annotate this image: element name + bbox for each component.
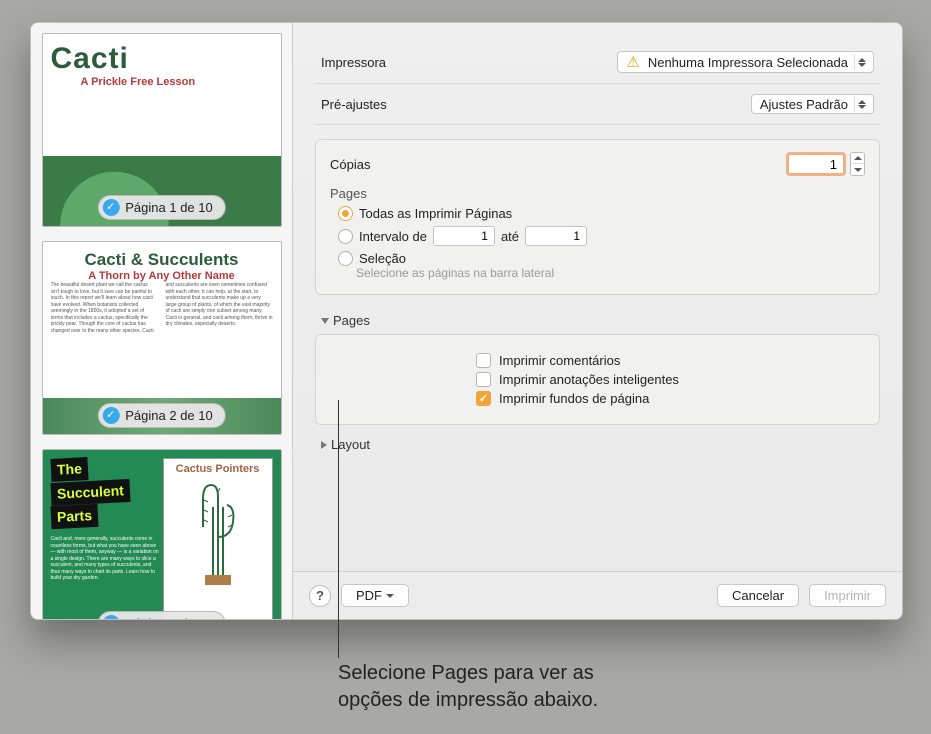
- pages-group: Cópias Pages Todas as Imprimir Páginas I…: [315, 139, 880, 295]
- thumb1-subtitle: A Prickle Free Lesson: [81, 76, 273, 88]
- thumb3-paper-title: Cactus Pointers: [168, 463, 268, 475]
- disclosure-layout[interactable]: Layout: [321, 437, 880, 452]
- callout-text: Selecione Pages para ver as opções de im…: [338, 660, 598, 714]
- presets-row: Pré-ajustes Ajustes Padrão: [315, 84, 880, 125]
- cb-smart[interactable]: [476, 372, 491, 387]
- pdf-label: PDF: [356, 588, 382, 603]
- disclosure-pages-label: Pages: [333, 313, 370, 328]
- check-icon: ✓: [102, 615, 119, 619]
- thumb3-paper: Cactus Pointers: [163, 458, 273, 619]
- radio-selection-row[interactable]: Seleção: [338, 251, 865, 266]
- print-options-panel: Impressora ⚠︎ Nenhuma Impressora Selecio…: [293, 23, 902, 619]
- thumb2-body: The beautiful desert plant we call the c…: [51, 282, 273, 352]
- cb-backgrounds-row[interactable]: Imprimir fundos de página: [476, 391, 863, 406]
- selection-hint: Selecione as páginas na barra lateral: [356, 266, 865, 280]
- cb-comments-label: Imprimir comentários: [499, 353, 620, 368]
- thumb1-title: Cacti: [51, 42, 273, 76]
- thumb3-title-1: The: [50, 457, 88, 482]
- presets-value: Ajustes Padrão: [760, 97, 848, 112]
- cb-comments[interactable]: [476, 353, 491, 368]
- presets-select[interactable]: Ajustes Padrão: [751, 94, 874, 114]
- disclosure-pages[interactable]: Pages: [321, 313, 880, 328]
- printer-row: Impressora ⚠︎ Nenhuma Impressora Selecio…: [315, 41, 880, 84]
- range-to-label: até: [501, 229, 519, 244]
- thumb3-title-3: Parts: [50, 504, 98, 530]
- radio-selection[interactable]: [338, 251, 353, 266]
- printer-label: Impressora: [321, 55, 431, 70]
- dialog-footer: ? PDF Cancelar Imprimir: [293, 571, 902, 619]
- cb-smart-row[interactable]: Imprimir anotações inteligentes: [476, 372, 863, 387]
- print-button[interactable]: Imprimir: [809, 584, 886, 607]
- page-badge-label: Página 2 de 10: [125, 408, 212, 423]
- range-to-input[interactable]: [525, 226, 587, 246]
- check-icon: ✓: [102, 199, 119, 216]
- thumb2-title: Cacti & Succulents: [51, 250, 273, 270]
- pages-section-title: Pages: [330, 186, 865, 201]
- page-badge-2: ✓ Página 2 de 10: [97, 403, 225, 428]
- cb-backgrounds-label: Imprimir fundos de página: [499, 391, 649, 406]
- cb-smart-label: Imprimir anotações inteligentes: [499, 372, 679, 387]
- thumbnail-sidebar: Cacti A Prickle Free Lesson ✓ Página 1 d…: [31, 23, 293, 619]
- cb-comments-row[interactable]: Imprimir comentários: [476, 353, 863, 368]
- stepper-up-icon[interactable]: [851, 153, 864, 164]
- thumb3-title-2: Succulent: [50, 479, 130, 506]
- page-badge-3: ✓ Página 3 de 10: [97, 611, 225, 619]
- print-label: Imprimir: [824, 588, 871, 603]
- help-button[interactable]: ?: [309, 585, 331, 607]
- disclosure-layout-label: Layout: [331, 437, 370, 452]
- radio-selection-label: Seleção: [359, 251, 406, 266]
- cancel-label: Cancelar: [732, 588, 784, 603]
- chevron-down-icon: [386, 594, 394, 598]
- updown-icon: [854, 96, 869, 112]
- radio-range[interactable]: [338, 229, 353, 244]
- copies-input[interactable]: [786, 152, 846, 176]
- radio-range-row[interactable]: Intervalo de até: [338, 226, 865, 246]
- pdf-button[interactable]: PDF: [341, 584, 409, 607]
- printer-select[interactable]: ⚠︎ Nenhuma Impressora Selecionada: [617, 51, 874, 73]
- thumb2-subtitle: A Thorn by Any Other Name: [51, 270, 273, 282]
- print-dialog: Cacti A Prickle Free Lesson ✓ Página 1 d…: [30, 22, 903, 620]
- copies-label: Cópias: [330, 157, 440, 172]
- callout-line: [338, 400, 339, 658]
- thumb3-body: Cacti and, more generally, succulents co…: [51, 536, 161, 582]
- radio-all-row[interactable]: Todas as Imprimir Páginas: [338, 206, 865, 221]
- radio-all[interactable]: [338, 206, 353, 221]
- radio-all-label: Todas as Imprimir Páginas: [359, 206, 512, 221]
- cactus-icon: [183, 477, 253, 587]
- page-badge-label: Página 1 de 10: [125, 200, 212, 215]
- page-thumbnail-3[interactable]: The Succulent Parts Cacti and, more gene…: [42, 449, 282, 619]
- page-badge-1: ✓ Página 1 de 10: [97, 195, 225, 220]
- page-badge-label: Página 3 de 10: [125, 616, 212, 619]
- cancel-button[interactable]: Cancelar: [717, 584, 799, 607]
- stepper-down-icon[interactable]: [851, 164, 864, 175]
- check-icon: ✓: [102, 407, 119, 424]
- range-from-input[interactable]: [433, 226, 495, 246]
- chevron-down-icon: [321, 318, 329, 324]
- chevron-right-icon: [321, 441, 327, 449]
- warning-icon: ⚠︎: [626, 53, 639, 71]
- page-thumbnail-1[interactable]: Cacti A Prickle Free Lesson ✓ Página 1 d…: [42, 33, 282, 227]
- page-thumbnail-2[interactable]: Cacti & Succulents A Thorn by Any Other …: [42, 241, 282, 435]
- copies-stepper[interactable]: [850, 152, 865, 176]
- cb-backgrounds[interactable]: [476, 391, 491, 406]
- updown-icon: [854, 54, 869, 70]
- presets-label: Pré-ajustes: [321, 97, 431, 112]
- callout-line1: Selecione Pages para ver as: [338, 662, 594, 684]
- printer-value: Nenhuma Impressora Selecionada: [648, 55, 848, 70]
- callout-line2: opções de impressão abaixo.: [338, 689, 598, 711]
- range-from-label: Intervalo de: [359, 229, 427, 244]
- pages-options-box: Imprimir comentários Imprimir anotações …: [315, 334, 880, 425]
